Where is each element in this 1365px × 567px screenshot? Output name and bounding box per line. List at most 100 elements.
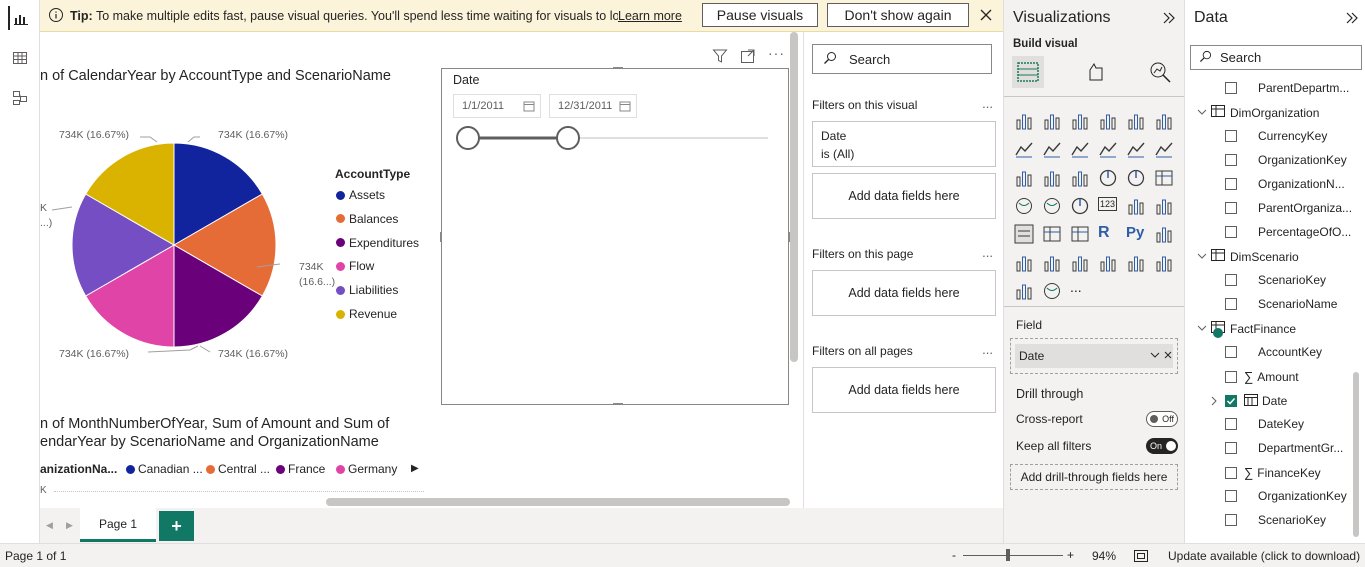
ribbon-chart-icon[interactable] [1154,139,1174,159]
date-filter-card[interactable]: Date is (All) [812,121,996,167]
key-influencers-icon[interactable] [1154,224,1174,244]
filled-map-icon[interactable] [1042,196,1062,216]
tabs-next-icon[interactable]: ▶ [66,520,73,531]
pause-visuals-button[interactable]: Pause visuals [702,3,818,27]
field-checkbox[interactable] [1225,514,1237,526]
report-canvas[interactable]: ··· n of CalendarYear by AccountType and… [40,32,803,508]
chevron-down-icon[interactable] [1197,250,1207,264]
field-node[interactable]: Date [1211,393,1287,409]
field-node[interactable]: PercentageOfO... [1225,225,1351,239]
zoom-slider-thumb[interactable] [1006,549,1010,561]
remove-field-icon[interactable] [1162,349,1174,364]
vertical-scrollbar[interactable] [790,32,798,362]
100-stacked-bar-chart-icon[interactable] [1126,111,1146,131]
slicer-end-date[interactable]: 12/31/2011 [549,94,637,118]
field-node[interactable]: ScenarioKey [1225,513,1326,527]
field-checkbox[interactable] [1225,346,1237,358]
collapse-pane-icon[interactable] [1345,11,1359,28]
field-checkbox[interactable] [1225,130,1237,142]
date-range-slider[interactable] [453,125,773,151]
pie-chart[interactable] [40,112,330,372]
slider-end-handle[interactable] [556,126,580,150]
field-checkbox[interactable] [1225,82,1237,94]
more-options-icon[interactable]: ... [982,342,993,357]
field-checkbox[interactable] [1225,202,1237,214]
tabs-prev-icon[interactable]: ◀ [46,520,53,531]
multi-row-card-icon[interactable] [1126,196,1146,216]
decomposition-tree-icon[interactable] [1014,253,1034,273]
field-checkbox[interactable] [1225,490,1237,502]
focus-mode-icon[interactable] [740,48,756,67]
field-node[interactable]: OrganizationN... [1225,177,1345,191]
calendar-icon[interactable] [523,100,535,115]
learn-more-link[interactable]: Learn more [618,9,682,23]
scatter-chart-icon[interactable] [1070,168,1090,188]
waterfall-chart-icon[interactable] [1014,168,1034,188]
zoom-slider[interactable] [963,555,1063,556]
chevron-down-icon[interactable] [1149,349,1161,364]
field-checkbox[interactable] [1225,154,1237,166]
add-visual-filter-well[interactable]: Add data fields here [812,173,996,219]
resize-handle[interactable] [613,67,623,69]
analytics-icon[interactable] [1148,60,1172,87]
table-node[interactable]: DimOrganization [1197,105,1319,120]
legend-next-icon[interactable]: ▶ [411,463,419,474]
r-visual-icon[interactable]: R [1098,224,1118,244]
gauge-icon[interactable] [1070,196,1090,216]
python-visual-icon[interactable]: Py [1126,224,1146,244]
stacked-bar-chart-icon[interactable] [1014,111,1034,131]
legend-item[interactable]: Assets [336,188,385,202]
field-pill[interactable]: Date [1015,344,1173,368]
clustered-bar-chart-icon[interactable] [1070,111,1090,131]
more-options-icon[interactable]: ... [982,96,993,111]
resize-handle[interactable] [440,232,442,242]
more-options-icon[interactable]: ... [982,245,993,260]
power-automate-icon[interactable] [1014,281,1034,301]
more-visuals-icon[interactable]: ... [1070,279,1082,295]
date-slicer[interactable]: Date [441,68,789,405]
100-stacked-column-chart-icon[interactable] [1154,111,1174,131]
legend-item[interactable]: Germany [336,462,397,476]
field-checkbox[interactable] [1225,395,1237,407]
field-node[interactable]: ParentDepartm... [1225,81,1349,95]
line-and-column-chart-icon[interactable] [1098,139,1118,159]
qa-icon[interactable] [1042,253,1062,273]
calendar-icon[interactable] [619,100,631,115]
keep-filters-toggle[interactable]: On [1146,438,1178,454]
field-node[interactable]: ScenarioKey [1225,273,1326,287]
chevron-down-icon[interactable] [1197,106,1207,120]
build-visual-tab[interactable] [1012,56,1044,88]
field-checkbox[interactable] [1225,226,1237,238]
field-node[interactable]: OrganizationKey [1225,153,1347,167]
add-page-button[interactable]: + [159,511,194,541]
card-icon[interactable]: 123 [1098,196,1118,216]
clustered-column-chart-icon[interactable] [1098,111,1118,131]
collapse-pane-icon[interactable] [1162,11,1176,28]
legend-item[interactable]: Central ... [206,462,270,476]
metrics-icon[interactable] [1098,253,1118,273]
matrix-icon[interactable] [1070,224,1090,244]
field-node[interactable]: DepartmentGr... [1225,441,1343,455]
field-checkbox[interactable] [1225,466,1237,479]
field-node[interactable]: AccountKey [1225,345,1322,359]
legend-item[interactable]: Balances [336,212,398,226]
field-node[interactable]: DateKey [1225,417,1304,431]
field-node[interactable]: OrganizationKey [1225,489,1347,503]
field-node[interactable]: ScenarioName [1225,297,1337,311]
area-chart-icon[interactable] [1042,139,1062,159]
format-visual-icon[interactable] [1084,60,1108,87]
filters-search-input[interactable]: Search [812,44,992,74]
field-checkbox[interactable] [1225,370,1237,383]
field-node[interactable]: ParentOrganiza... [1225,201,1352,215]
legend-item[interactable]: Revenue [336,307,397,321]
legend-item[interactable]: France [276,462,325,476]
slicer-icon[interactable] [1014,224,1034,244]
slicer-start-date[interactable]: 1/1/2011 [453,94,541,118]
filter-icon[interactable] [712,48,728,67]
field-well[interactable]: Date [1010,338,1178,374]
field-checkbox[interactable] [1225,274,1237,286]
model-view-icon[interactable] [8,86,32,110]
stacked-area-chart-icon[interactable] [1070,139,1090,159]
more-options-icon[interactable]: ··· [768,45,785,61]
chevron-right-icon[interactable] [1209,395,1219,409]
